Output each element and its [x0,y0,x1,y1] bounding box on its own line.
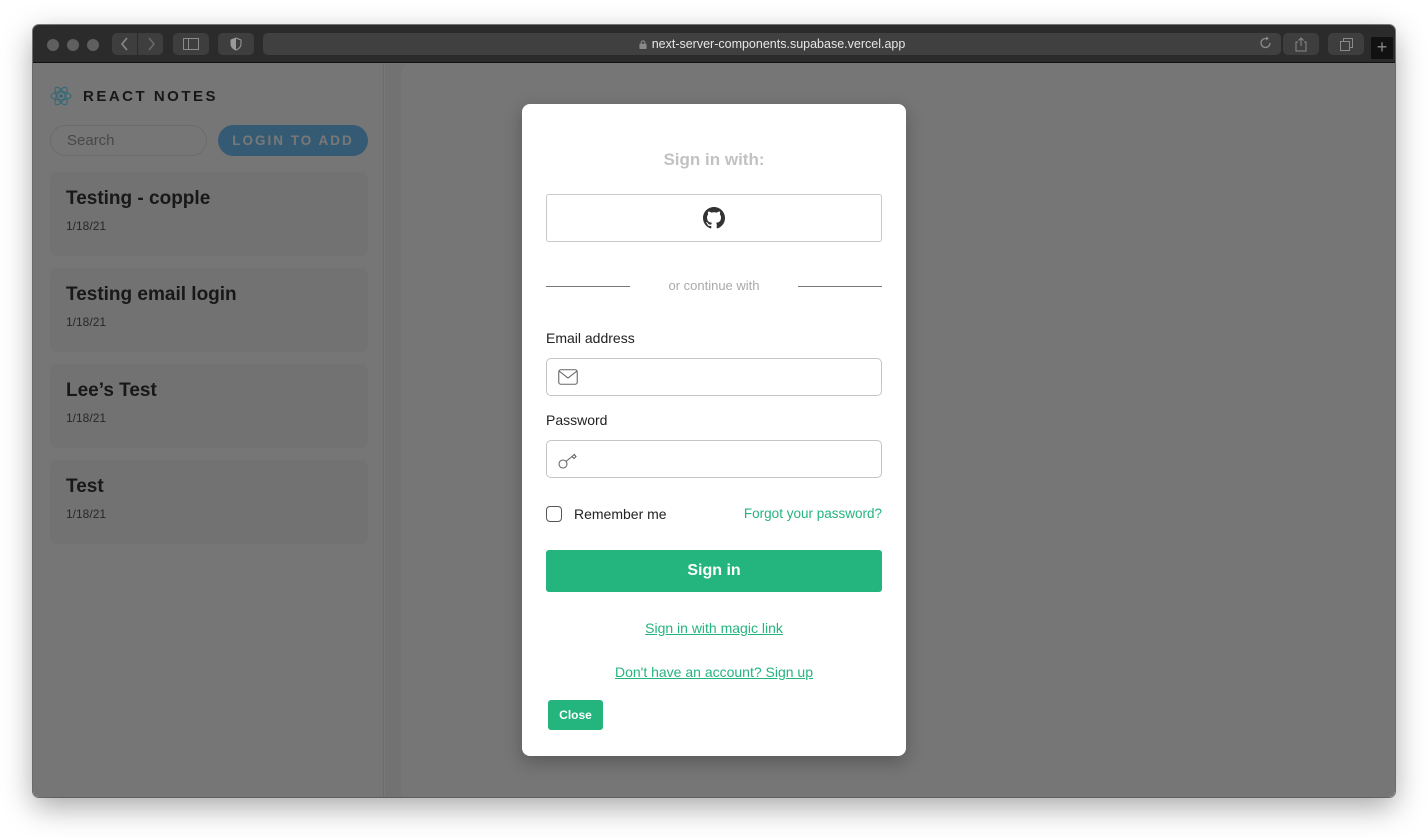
chevron-right-icon [147,37,155,51]
close-window-button[interactable] [47,39,59,51]
remember-me-checkbox[interactable] [546,506,562,522]
email-field[interactable] [546,358,882,396]
sidebar-toggle-button[interactable] [173,33,209,55]
lock-icon [639,39,647,49]
browser-window: next-server-components.supabase.vercel.a… [33,25,1395,797]
sign-in-modal: Sign in with: or continue with Email add… [522,104,906,756]
zoom-window-button[interactable] [87,39,99,51]
github-sign-in-button[interactable] [546,194,882,242]
close-modal-button[interactable]: Close [548,700,603,730]
remember-me-label[interactable]: Remember me [574,506,667,522]
password-label: Password [546,412,608,428]
show-tabs-button[interactable] [1328,33,1364,55]
chevron-left-icon [120,37,128,51]
key-icon [558,453,577,469]
address-bar[interactable]: next-server-components.supabase.vercel.a… [263,33,1281,55]
divider-line-right [798,286,882,287]
password-field[interactable] [546,440,882,478]
sign-up-link[interactable]: Don't have an account? Sign up [522,664,906,680]
reload-icon[interactable] [1259,36,1273,50]
privacy-report-button[interactable] [218,33,254,55]
shield-icon [230,37,242,51]
share-button[interactable] [1283,33,1319,55]
email-input[interactable] [589,359,873,395]
minimize-window-button[interactable] [67,39,79,51]
new-tab-button[interactable]: + [1371,37,1393,59]
back-button[interactable] [112,33,137,55]
password-input[interactable] [589,441,873,477]
modal-heading: Sign in with: [663,150,765,169]
forward-button[interactable] [138,33,163,55]
plus-icon: + [1376,37,1388,57]
browser-toolbar: next-server-components.supabase.vercel.a… [33,25,1395,63]
share-icon [1295,36,1307,51]
mail-icon [558,369,578,385]
magic-link-link[interactable]: Sign in with magic link [522,620,906,636]
sign-in-button[interactable]: Sign in [546,550,882,592]
sidebar-icon [183,38,199,50]
github-icon [703,207,725,229]
tabs-icon [1339,37,1353,51]
email-label: Email address [546,330,635,346]
url-text: next-server-components.supabase.vercel.a… [651,37,906,51]
forgot-password-link[interactable]: Forgot your password? [744,506,882,521]
